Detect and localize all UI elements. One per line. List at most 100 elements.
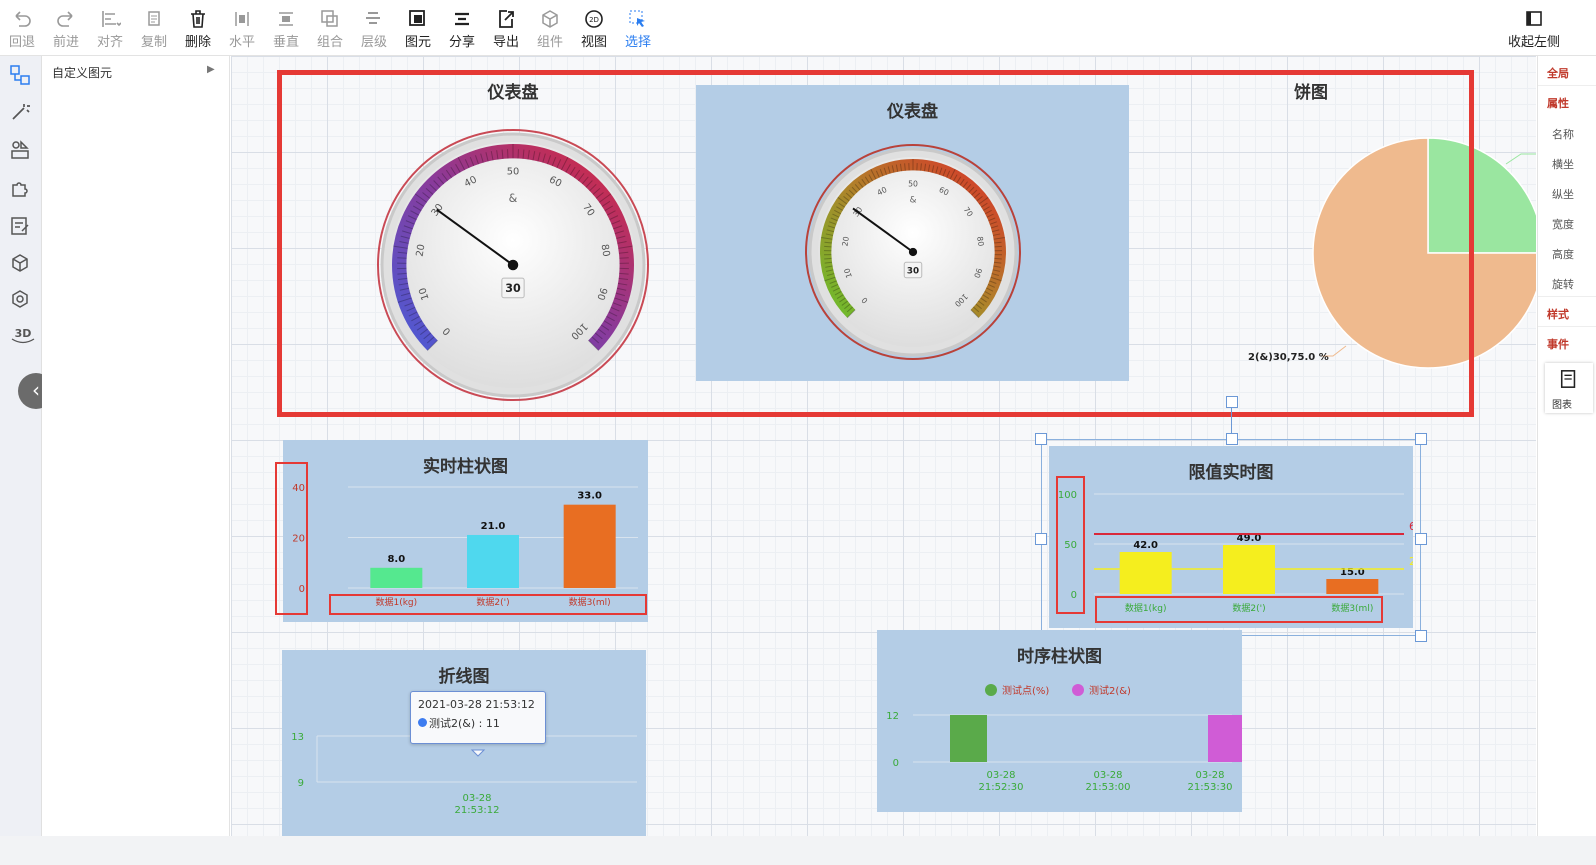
tooltip-dot xyxy=(418,718,427,727)
resize-handle-e[interactable] xyxy=(1415,533,1427,545)
bar1-value-label: 33.0 xyxy=(577,491,602,502)
puzzle-icon[interactable] xyxy=(9,177,31,199)
horiz-label: 横坐 xyxy=(1552,158,1574,171)
ts-xtick-time: 21:52:30 xyxy=(979,782,1024,793)
view-2d-icon: 2D xyxy=(585,10,603,28)
bar2-bar xyxy=(1119,552,1172,594)
design-canvas[interactable]: 仪表盘 0102030405060708090100&30 仪表盘 010203… xyxy=(231,56,1536,836)
vertical-distribute-icon xyxy=(279,12,293,26)
collapse-left-button[interactable]: 收起左侧 xyxy=(1508,8,1560,50)
undo-icon xyxy=(15,11,31,27)
global-tab[interactable]: 全局 xyxy=(1547,65,1569,81)
undo-label: 回退 xyxy=(8,35,35,50)
line-xtick-date: 03-28 xyxy=(462,793,491,804)
trash-icon xyxy=(191,10,205,28)
divider xyxy=(1538,326,1596,327)
export-button[interactable]: 导出 xyxy=(484,8,528,50)
resize-handle-ne[interactable] xyxy=(1415,433,1427,445)
rotate-handle-line xyxy=(1231,408,1232,434)
svg-text:3D: 3D xyxy=(15,327,32,340)
layer-button[interactable]: 层级 xyxy=(352,8,396,50)
view-button[interactable]: 2D 视图 xyxy=(572,8,616,50)
cube-icon xyxy=(542,10,558,28)
horizontal-button[interactable]: 水平 xyxy=(220,8,264,50)
ts-chart[interactable]: 测试点(%) 测试2(&)12003-2821:52:3003-2821:53:0… xyxy=(877,630,1242,812)
custom-elements-header[interactable]: 自定义图元 xyxy=(52,64,112,81)
line-ytick: 13 xyxy=(291,732,304,743)
props-tab[interactable]: 属性 xyxy=(1547,95,1569,111)
share-button[interactable]: 分享 xyxy=(440,8,484,50)
box-icon[interactable] xyxy=(9,252,31,274)
resize-handle-se[interactable] xyxy=(1415,630,1427,642)
copy-button[interactable]: 复制 xyxy=(132,8,176,50)
ts-xtick-time: 21:53:30 xyxy=(1188,782,1233,793)
bar1-value-label: 8.0 xyxy=(387,554,405,565)
bar2-bar xyxy=(1326,579,1379,594)
form-icon[interactable] xyxy=(9,215,31,237)
rotate-handle[interactable] xyxy=(1226,396,1238,408)
vert-label: 纵坐 xyxy=(1552,188,1574,201)
divider xyxy=(1538,296,1596,297)
magic-wand-icon[interactable] xyxy=(9,101,31,123)
vertical-button[interactable]: 垂直 xyxy=(264,8,308,50)
sidebar-collapse-icon xyxy=(1526,11,1542,26)
horizontal-distribute-icon xyxy=(235,12,249,26)
line-ytick: 9 xyxy=(298,778,304,789)
copy-label: 复制 xyxy=(140,35,167,50)
resize-handle-w[interactable] xyxy=(1035,533,1047,545)
element-button[interactable]: 图元 xyxy=(396,8,440,50)
ts-bar xyxy=(950,715,987,762)
style-tab[interactable]: 样式 xyxy=(1547,306,1569,322)
status-bar xyxy=(0,836,1596,865)
group-icon xyxy=(321,10,338,27)
element-icon xyxy=(409,10,425,26)
share-icon xyxy=(455,12,469,26)
name-label: 名称 xyxy=(1552,128,1574,141)
resize-handle-nw[interactable] xyxy=(1035,433,1047,445)
left-icon-bar: 3D xyxy=(0,56,42,846)
ts-bar xyxy=(1208,715,1242,762)
resize-handle-n[interactable] xyxy=(1226,433,1238,445)
select-label: 选择 xyxy=(624,35,651,50)
height-label: 高度 xyxy=(1552,248,1574,261)
tooltip-series: 测试2(&) : 11 xyxy=(429,717,500,730)
3d-icon[interactable]: 3D xyxy=(9,324,37,346)
ts-ytick: 12 xyxy=(886,711,899,722)
delete-label: 删除 xyxy=(184,35,211,50)
layer-label: 层级 xyxy=(360,35,387,50)
select-cursor-icon xyxy=(629,10,645,27)
delete-button[interactable]: 删除 xyxy=(176,8,220,50)
select-button[interactable]: 选择 xyxy=(616,8,660,50)
model-icon[interactable] xyxy=(9,288,31,310)
bar1-bar xyxy=(370,567,423,588)
highlight-box-top xyxy=(277,70,1474,417)
highlight-box-bar2-xaxis xyxy=(1095,596,1383,623)
bar2-limit-label-low: 25 xyxy=(1409,555,1413,568)
group-button[interactable]: 组合 xyxy=(308,8,352,50)
chart-tab[interactable]: 图表 xyxy=(1545,363,1593,413)
highlight-box-bar2-yaxis xyxy=(1056,476,1085,614)
elements-icon[interactable] xyxy=(9,64,31,86)
copy-icon xyxy=(148,11,160,26)
event-tab[interactable]: 事件 xyxy=(1547,336,1569,352)
ts-legend-dot-1 xyxy=(985,684,997,696)
view-label: 视图 xyxy=(580,35,607,50)
component-button[interactable]: 组件 xyxy=(528,8,572,50)
divider xyxy=(1538,85,1596,86)
tooltip-pointer xyxy=(470,749,486,757)
align-button[interactable]: 对齐 xyxy=(88,8,132,50)
redo-button[interactable]: 前进 xyxy=(44,8,88,50)
right-property-panel: 全局 属性 名称 横坐 纵坐 宽度 高度 旋转 样式 事件 图表 xyxy=(1537,56,1596,846)
line-tooltip: 2021-03-28 21:53:12 测试2(&) : 11 xyxy=(410,691,546,744)
shapes-icon[interactable] xyxy=(9,139,31,161)
export-label: 导出 xyxy=(492,35,519,50)
pie-leader-1 xyxy=(1505,153,1536,165)
caret-right-icon[interactable]: ▶ xyxy=(207,64,215,75)
ts-xtick-time: 21:53:00 xyxy=(1086,782,1131,793)
ts-legend-1: 测试点(%) xyxy=(1002,684,1049,697)
bar1-bar xyxy=(563,504,616,588)
ts-legend-dot-2 xyxy=(1072,684,1084,696)
bar2-value-label: 42.0 xyxy=(1133,540,1158,551)
horizontal-label: 水平 xyxy=(228,35,255,50)
undo-button[interactable]: 回退 xyxy=(0,8,44,50)
